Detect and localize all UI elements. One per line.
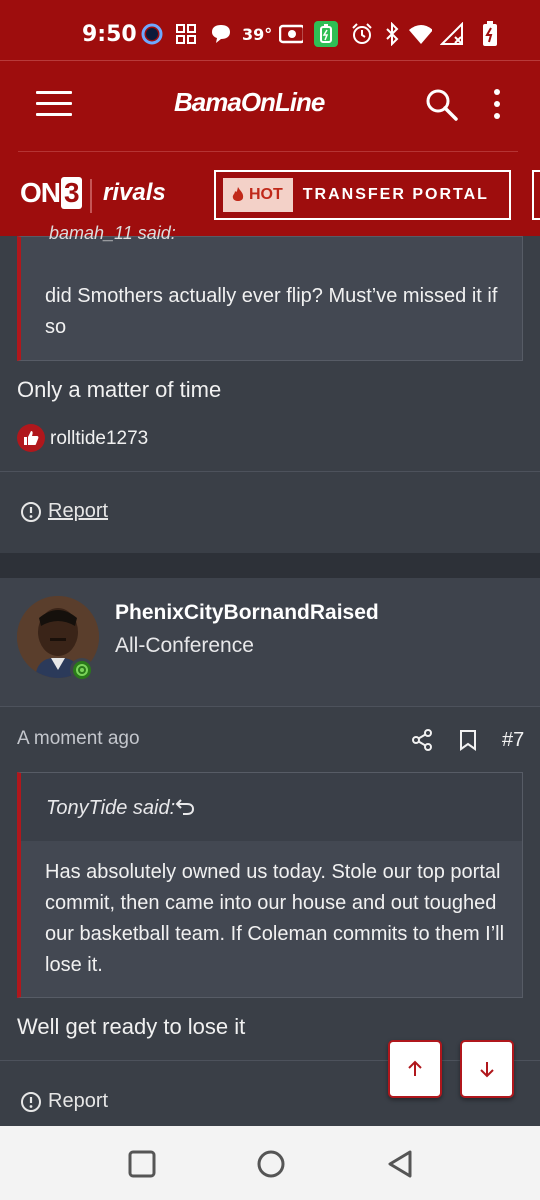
- quote-author[interactable]: TonyTide said:: [46, 797, 175, 820]
- circle-icon: [257, 1150, 285, 1178]
- quote-block: TonyTide said: Has absolutely owned us t…: [17, 772, 523, 998]
- search-button[interactable]: [424, 87, 460, 123]
- report-label: Report: [48, 1090, 109, 1112]
- like-icon: [17, 424, 45, 452]
- divider: [0, 706, 540, 707]
- assistant-icon: [140, 22, 164, 46]
- grid-icon: [174, 22, 198, 46]
- post-separator: [0, 553, 540, 578]
- next-nav-button-edge[interactable]: [532, 170, 540, 220]
- menu-icon-bar: [36, 91, 72, 94]
- quote-text: Has absolutely owned us today. Stole our…: [45, 861, 505, 976]
- on3-logo[interactable]: ON 3: [20, 177, 82, 209]
- search-icon: [426, 89, 458, 121]
- arrow-up-icon: [408, 1060, 422, 1076]
- menu-icon-bar: [36, 102, 72, 105]
- site-logo[interactable]: BamaOnLine: [174, 87, 325, 118]
- quote-block: bamah_11 said: did Smothers actually eve…: [17, 223, 523, 361]
- radio-icon: [279, 22, 303, 46]
- triangle-back-icon: [388, 1150, 412, 1178]
- battery-icon: [478, 21, 502, 46]
- back-button[interactable]: [384, 1148, 416, 1180]
- quote-text: did Smothers actually ever flip? Must’ve…: [45, 285, 498, 338]
- wifi-icon: [408, 22, 432, 46]
- header-divider: [18, 151, 518, 152]
- post-author-header: PhenixCityBornandRaised All-Conference: [0, 578, 540, 706]
- transfer-portal-label: TRANSFER PORTAL: [302, 186, 489, 203]
- status-time: 9:50: [82, 22, 137, 47]
- post-body: Only a matter of time: [17, 377, 222, 402]
- quote-author[interactable]: bamah_11 said:: [49, 223, 176, 244]
- hot-label: HOT: [249, 186, 283, 203]
- report-label: Report: [48, 500, 109, 522]
- kebab-dot: [494, 89, 500, 95]
- go-to-quote-icon[interactable]: [175, 797, 195, 817]
- transfer-portal-button[interactable]: HOT TRANSFER PORTAL: [214, 170, 511, 220]
- scroll-down-button[interactable]: [460, 1040, 514, 1098]
- bookmark-icon[interactable]: [456, 728, 480, 752]
- bluetooth-icon: [380, 22, 404, 46]
- recents-button[interactable]: [126, 1148, 158, 1180]
- signal-icon: [440, 22, 464, 46]
- status-bar: 9:50 39°: [0, 0, 540, 60]
- brand-separator: [90, 179, 92, 213]
- report-button[interactable]: Report: [20, 500, 108, 523]
- on3-number: 3: [61, 177, 82, 209]
- menu-icon-bar: [36, 113, 72, 116]
- kebab-dot: [494, 113, 500, 119]
- online-status-icon: [70, 658, 94, 682]
- hot-badge: HOT: [223, 178, 293, 212]
- chat-bubble-icon: [209, 22, 233, 46]
- divider: [0, 471, 540, 472]
- battery-saver-icon: [314, 21, 338, 47]
- divider: [0, 1060, 540, 1061]
- square-icon: [128, 1150, 156, 1178]
- home-button[interactable]: [255, 1148, 287, 1180]
- menu-button[interactable]: [36, 91, 72, 119]
- system-nav-bar: [0, 1126, 540, 1200]
- alarm-icon: [350, 22, 374, 46]
- scroll-up-button[interactable]: [388, 1040, 442, 1098]
- alert-circle-icon: [21, 501, 41, 522]
- arrow-down-icon: [480, 1062, 494, 1078]
- on3-text: ON: [20, 177, 61, 208]
- share-icon[interactable]: [410, 728, 434, 752]
- flame-icon: [232, 187, 244, 201]
- username[interactable]: PhenixCityBornandRaised: [115, 601, 379, 625]
- more-options-button[interactable]: [490, 89, 504, 123]
- liked-by-user[interactable]: rolltide1273: [50, 428, 148, 450]
- rivals-logo[interactable]: rivals: [103, 179, 166, 207]
- alert-circle-icon: [21, 1091, 41, 1112]
- post-body: Well get ready to lose it: [17, 1014, 246, 1039]
- kebab-dot: [494, 101, 500, 107]
- site-header: BamaOnLine ON 3 rivals HOT TRANSFER PORTA…: [0, 60, 540, 236]
- quote-header: TonyTide said:: [21, 773, 522, 841]
- user-title: All-Conference: [115, 634, 254, 657]
- post-number[interactable]: #7: [502, 729, 524, 752]
- report-button[interactable]: Report: [20, 1090, 108, 1113]
- post-timestamp[interactable]: A moment ago: [17, 728, 140, 750]
- temperature: 39°: [242, 25, 273, 44]
